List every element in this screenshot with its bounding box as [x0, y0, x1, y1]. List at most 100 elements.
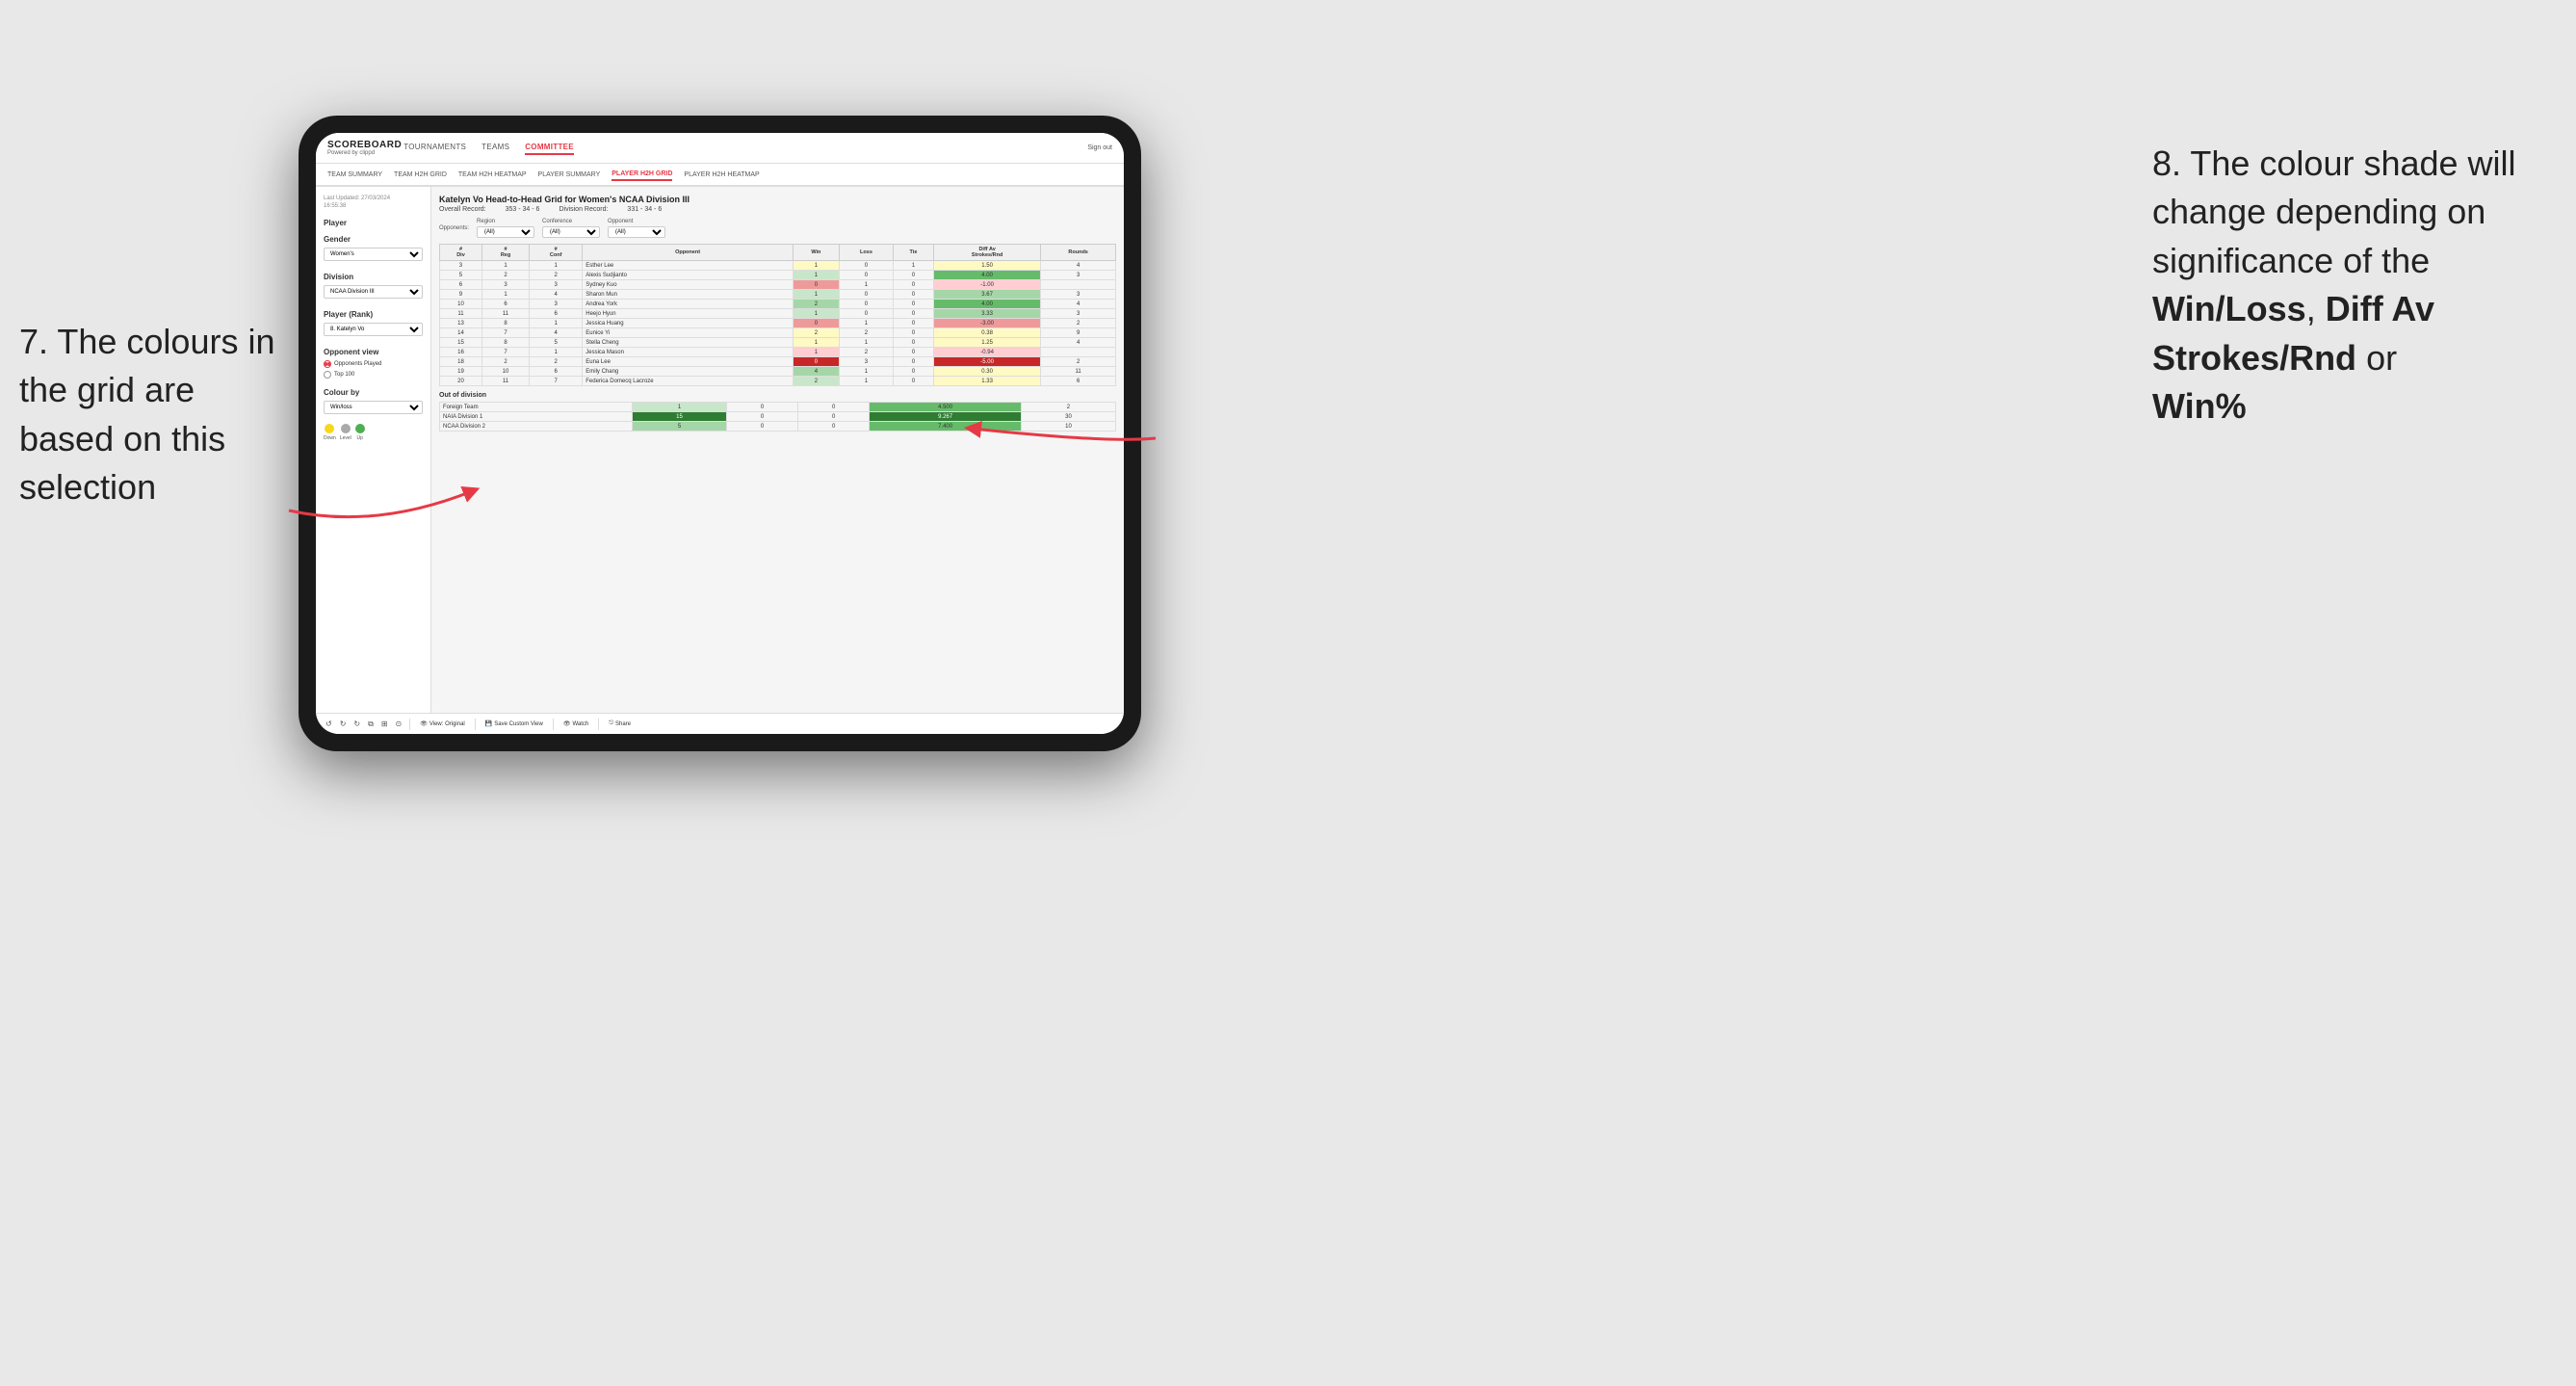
grid-title: Katelyn Vo Head-to-Head Grid for Women's… — [439, 195, 1116, 204]
logo: SCOREBOARD Powered by clippd — [327, 140, 403, 156]
region-label: Region — [477, 219, 534, 224]
colour-by-section: Colour by Win/loss Down Level — [324, 388, 423, 441]
conference-filter: Conference (All) — [542, 219, 600, 238]
colour-legend: Down Level Up — [324, 424, 423, 441]
overall-record-value: 353 - 34 - 6 — [506, 206, 540, 213]
save-icon: 💾 — [485, 720, 492, 727]
share-icon: ⎋ — [609, 720, 613, 727]
table-row: 1585 Stella Cheng 1 1 0 1.25 4 — [440, 338, 1116, 348]
conference-select[interactable]: (All) — [542, 226, 600, 238]
filters-row: Opponents: Region (All) Conference (All) — [439, 219, 1116, 238]
redo-icon[interactable]: ↻ — [338, 719, 349, 729]
col-conf: #Conf — [530, 245, 583, 261]
tab-team-h2h-grid[interactable]: TEAM H2H GRID — [394, 170, 447, 180]
player-rank-label: Player (Rank) — [324, 310, 423, 319]
legend-circle-down — [325, 424, 334, 433]
radio-dot-top100 — [324, 371, 331, 379]
table-row: 1671 Jessica Mason 1 2 0 -0.94 — [440, 348, 1116, 357]
col-reg: #Reg — [481, 245, 529, 261]
table-row: 1063 Andrea York 2 0 0 4.00 4 — [440, 300, 1116, 309]
table-row: 522 Alexis Sudjianto 1 0 0 4.00 3 — [440, 271, 1116, 280]
opponent-filter-label: Opponent — [608, 219, 665, 224]
tab-team-summary[interactable]: TEAM SUMMARY — [327, 170, 382, 180]
toolbar-sep-1 — [409, 719, 410, 730]
opponent-filter: Opponent (All) — [608, 219, 665, 238]
opponent-select[interactable]: (All) — [608, 226, 665, 238]
annotation-win-loss: Win/Loss — [2152, 289, 2306, 328]
radio-label-top100: Top 100 — [334, 372, 354, 378]
view-original-button[interactable]: 👁 View: Original — [416, 719, 469, 728]
table-row: NAIA Division 1 15 0 0 9.267 30 — [440, 412, 1116, 422]
paste-icon[interactable]: ⊞ — [379, 719, 390, 729]
table-row: 1381 Jessica Huang 0 1 0 -3.00 2 — [440, 319, 1116, 328]
sign-out-button[interactable]: Sign out — [1087, 144, 1112, 151]
gender-select[interactable]: Women's — [324, 248, 423, 261]
table-row: Foreign Team 1 0 0 4.500 2 — [440, 403, 1116, 412]
region-select[interactable]: (All) — [477, 226, 534, 238]
tablet-frame: SCOREBOARD Powered by clippd TOURNAMENTS… — [299, 116, 1141, 751]
col-div: #Div — [440, 245, 482, 261]
grid-area: Katelyn Vo Head-to-Head Grid for Women's… — [431, 187, 1124, 713]
annotation-left: 7. The colours in the grid are based on … — [19, 318, 289, 512]
redo2-icon[interactable]: ↻ — [351, 719, 362, 729]
region-filter: Region (All) — [477, 219, 534, 238]
conference-label: Conference — [542, 219, 600, 224]
legend-up: Up — [355, 424, 365, 441]
division-record-label: Division Record: — [559, 206, 608, 213]
table-row: 633 Sydney Kuo 0 1 0 -1.00 — [440, 280, 1116, 290]
division-label: Division — [324, 273, 423, 281]
table-row: 19106 Emily Chang 4 1 0 0.30 11 — [440, 367, 1116, 377]
col-opponent: Opponent — [583, 245, 794, 261]
opponent-view-label: Opponent view — [324, 348, 423, 356]
toolbar-sep-3 — [553, 719, 554, 730]
main-content: Last Updated: 27/03/2024 16:55:38 Player… — [316, 187, 1124, 713]
top-nav: SCOREBOARD Powered by clippd TOURNAMENTS… — [316, 133, 1124, 164]
sub-nav: TEAM SUMMARY TEAM H2H GRID TEAM H2H HEAT… — [316, 164, 1124, 187]
out-of-division-header: Out of division — [439, 392, 1116, 399]
save-custom-button[interactable]: 💾 Save Custom View — [481, 719, 547, 728]
table-row: 11116 Heejo Hyun 1 0 0 3.33 3 — [440, 309, 1116, 319]
nav-tournaments[interactable]: TOURNAMENTS — [403, 141, 466, 155]
gender-label: Gender — [324, 235, 423, 244]
grid-records: Overall Record: 353 - 34 - 6 Division Re… — [439, 206, 1116, 213]
last-updated: Last Updated: 27/03/2024 16:55:38 — [324, 195, 423, 211]
undo-icon[interactable]: ↺ — [324, 719, 334, 729]
eye-icon: 👁 — [420, 720, 428, 727]
col-rounds: Rounds — [1041, 245, 1116, 261]
share-button[interactable]: ⎋ Share — [605, 719, 635, 728]
clock-icon[interactable]: ⊙ — [394, 719, 404, 729]
col-diff: Diff AvStrokes/Rnd — [933, 245, 1040, 261]
table-row: 1822 Euna Lee 0 3 0 -5.00 2 — [440, 357, 1116, 367]
table-row: 311 Esther Lee 1 0 1 1.50 4 — [440, 261, 1116, 271]
annotation-right: 8. The colour shade will change dependin… — [2152, 140, 2566, 431]
division-record-value: 331 - 34 - 6 — [627, 206, 662, 213]
colour-by-select[interactable]: Win/loss — [324, 401, 423, 414]
bottom-toolbar: ↺ ↻ ↻ ⧉ ⊞ ⊙ 👁 View: Original 💾 Save Cust… — [316, 713, 1124, 734]
watch-button[interactable]: 👁 Watch — [559, 719, 592, 728]
copy-icon[interactable]: ⧉ — [366, 719, 376, 730]
tab-team-h2h-heatmap[interactable]: TEAM H2H HEATMAP — [458, 170, 527, 180]
division-select[interactable]: NCAA Division III — [324, 285, 423, 299]
left-panel: Last Updated: 27/03/2024 16:55:38 Player… — [316, 187, 431, 713]
toolbar-sep-2 — [475, 719, 476, 730]
nav-committee[interactable]: COMMITTEE — [525, 141, 574, 155]
radio-top100[interactable]: Top 100 — [324, 371, 423, 379]
table-row: 914 Sharon Mun 1 0 0 3.67 3 — [440, 290, 1116, 300]
player-rank-select[interactable]: 8. Katelyn Vo — [324, 323, 423, 336]
colour-by-label: Colour by — [324, 388, 423, 397]
nav-teams[interactable]: TEAMS — [481, 141, 509, 155]
tab-player-h2h-grid[interactable]: PLAYER H2H GRID — [611, 169, 672, 181]
opponent-view-section: Opponent view Opponents Played Top 100 — [324, 348, 423, 379]
watch-icon: 👁 — [563, 720, 571, 727]
tablet-screen: SCOREBOARD Powered by clippd TOURNAMENTS… — [316, 133, 1124, 734]
col-tie: Tie — [894, 245, 934, 261]
legend-circle-up — [355, 424, 365, 433]
legend-down: Down — [324, 424, 336, 441]
toolbar-sep-4 — [598, 719, 599, 730]
tab-player-h2h-heatmap[interactable]: PLAYER H2H HEATMAP — [684, 170, 759, 180]
radio-opponents-played[interactable]: Opponents Played — [324, 360, 423, 368]
nav-items: TOURNAMENTS TEAMS COMMITTEE — [403, 141, 1087, 155]
table-row: NCAA Division 2 5 0 0 7.400 10 — [440, 422, 1116, 431]
opponents-filter-label: Opponents: — [439, 225, 469, 231]
tab-player-summary[interactable]: PLAYER SUMMARY — [538, 170, 601, 180]
